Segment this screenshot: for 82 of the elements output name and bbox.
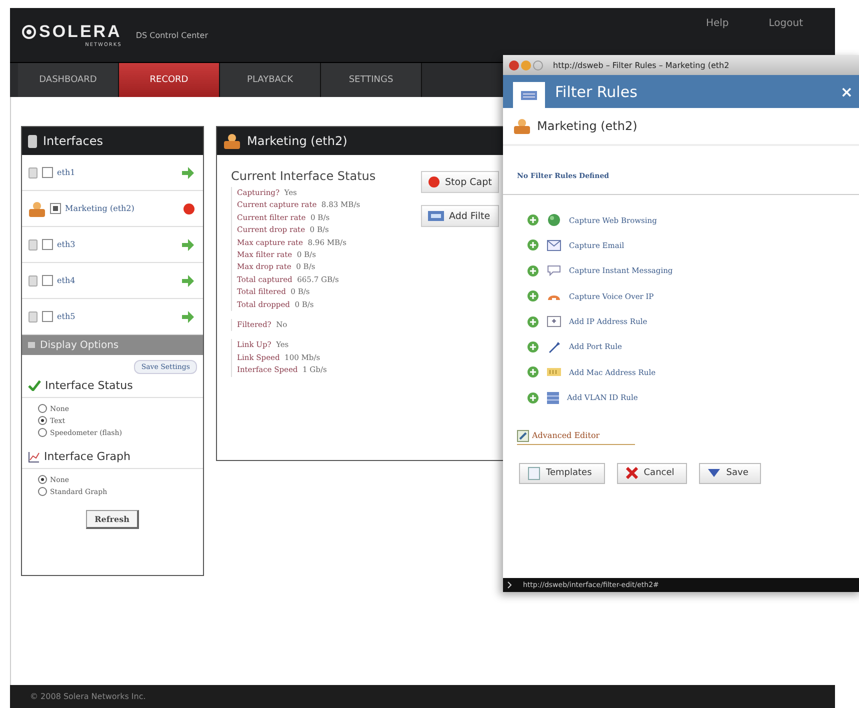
checkbox[interactable] [42, 275, 53, 286]
add-icon [527, 264, 539, 277]
interface-row[interactable]: eth1 [22, 155, 203, 191]
add-icon [527, 290, 539, 302]
caret-icon [708, 469, 720, 478]
options-icon [28, 342, 35, 348]
figure-icon [223, 133, 241, 149]
interface-name: eth5 [57, 312, 76, 321]
add-icon [527, 214, 539, 226]
chart-icon [28, 450, 40, 462]
dialog-button[interactable]: Templates [519, 462, 605, 484]
arrow-icon [181, 166, 195, 178]
add-icon [527, 366, 539, 378]
radio[interactable] [38, 475, 47, 484]
list-icon [521, 90, 537, 100]
nav-tab[interactable]: SETTINGS [321, 63, 422, 97]
group-heading: Interface Graph [44, 450, 130, 463]
interface-name: eth3 [57, 240, 76, 249]
address-card-icon [547, 316, 561, 328]
checkbox[interactable] [50, 203, 61, 214]
status-dot-icon [183, 202, 195, 214]
header-link[interactable]: Logout [768, 18, 803, 29]
record-icon [428, 176, 440, 188]
radio[interactable] [38, 428, 47, 437]
plug-icon [547, 340, 561, 353]
interface-row[interactable]: eth4 [22, 263, 203, 299]
speech-bubble-icon [547, 265, 561, 276]
status-heading: Current Interface Status [231, 169, 377, 183]
window-title: http://dsweb – Filter Rules – Marketing (eth2 [553, 60, 730, 70]
logo-icon [22, 25, 36, 39]
envelope-icon [547, 240, 561, 251]
logo-text: SOLERA [39, 22, 122, 42]
close-button[interactable]: × [840, 82, 853, 100]
copyright: © 2008 Solera Networks Inc. [30, 692, 146, 701]
dialog-button[interactable]: Save [699, 462, 762, 484]
figure-icon [513, 118, 531, 134]
add-icon [527, 392, 539, 404]
interface-name: Marketing (eth2) [65, 204, 134, 213]
refresh-button[interactable]: Refresh [86, 510, 140, 529]
section-title: Display Options [40, 340, 119, 350]
advanced-editor-link[interactable]: Advanced Editor [532, 431, 600, 440]
globe-icon [547, 213, 561, 227]
interface-name: eth1 [57, 168, 76, 177]
nav-tab[interactable]: PLAYBACK [220, 63, 321, 97]
checkbox[interactable] [42, 311, 53, 322]
group-heading: Interface Status [45, 379, 133, 392]
grid-icon [547, 392, 559, 404]
panel-title: Interfaces [43, 134, 103, 148]
database-icon [28, 134, 37, 148]
editor-icon [517, 430, 529, 442]
action-button[interactable]: Add Filte [421, 205, 499, 227]
product-name: DS Control Center [136, 30, 208, 40]
radio[interactable] [38, 416, 47, 425]
capture-figure-icon [28, 200, 46, 216]
dialog-button[interactable]: Cancel [616, 462, 688, 484]
interface-row[interactable]: Marketing (eth2) [22, 191, 203, 227]
interface-title: Marketing (eth2) [537, 119, 638, 133]
radio[interactable] [38, 487, 47, 496]
cross-icon [626, 467, 638, 480]
add-icon [527, 239, 539, 252]
add-icon [527, 340, 539, 353]
arrow-icon [181, 310, 195, 322]
interface-name: eth4 [57, 276, 76, 285]
interface-row[interactable]: eth3 [22, 227, 203, 263]
network-card-icon [547, 367, 561, 378]
header-tab[interactable] [513, 82, 545, 108]
window-controls-icon[interactable] [509, 60, 545, 70]
panel-title: Marketing (eth2) [247, 134, 348, 148]
add-icon [527, 316, 539, 328]
checkbox[interactable] [42, 167, 53, 178]
filter-icon [428, 211, 444, 221]
nav-tab[interactable]: DASHBOARD [18, 63, 119, 97]
action-button[interactable]: Stop Capt [421, 171, 499, 193]
document-icon [528, 466, 540, 480]
checkbox[interactable] [42, 239, 53, 250]
arrow-icon [181, 274, 195, 286]
arrow-icon [181, 238, 195, 250]
header-link[interactable]: Help [706, 18, 729, 29]
dialog-title: Filter Rules [555, 82, 638, 100]
radio[interactable] [38, 404, 47, 413]
check-icon [28, 380, 41, 391]
nav-tab[interactable]: RECORD [119, 63, 220, 97]
